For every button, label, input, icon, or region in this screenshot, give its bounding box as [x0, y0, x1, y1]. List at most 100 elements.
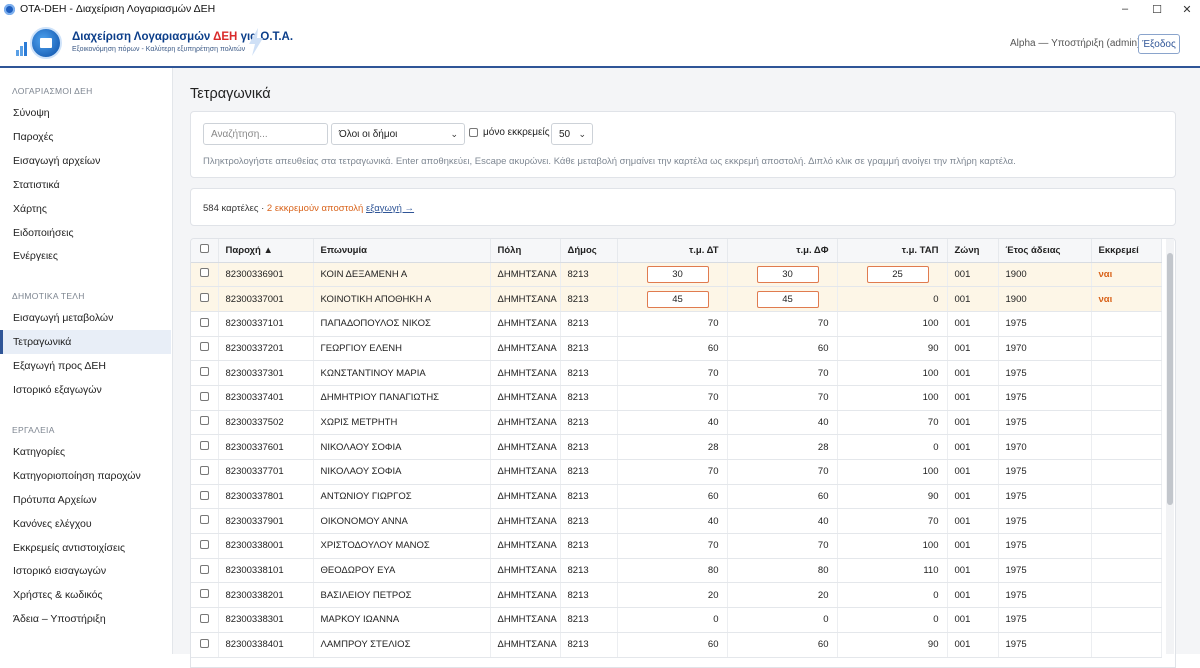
- export-link[interactable]: εξαγωγή →: [366, 203, 414, 214]
- sidebar-item[interactable]: Ιστορικό εξαγωγών: [0, 378, 171, 402]
- cell-sqm-dt[interactable]: 20: [617, 582, 728, 609]
- cell-sqm-dt[interactable]: 60: [617, 336, 728, 362]
- col-header-city[interactable]: Πόλη: [490, 239, 561, 263]
- table-row[interactable]: 82300338101 ΘΕΟΔΩΡΟΥ ΕΥΑ ΔΗΜΗΤΣΑΝΑ 8213 80 80…: [191, 558, 1162, 584]
- sqm-df-input[interactable]: 30: [756, 265, 819, 283]
- row-checkbox[interactable]: [200, 515, 209, 525]
- row-checkbox[interactable]: [200, 391, 209, 401]
- sidebar-item[interactable]: Σύνοψη: [0, 101, 171, 125]
- cell-sqm-df[interactable]: 20: [727, 582, 838, 609]
- cell-sqm-df[interactable]: 0: [727, 607, 838, 633]
- pending-only-filter[interactable]: μόνο εκκρεμείς: [469, 127, 550, 138]
- table-row[interactable]: 82300338001 ΧΡΙΣΤΟΔΟΥΛΟΥ ΜΑΝΟΣ ΔΗΜΗΤΣΑΝΑ 82…: [191, 533, 1162, 559]
- row-checkbox[interactable]: [200, 465, 209, 475]
- col-header-zone[interactable]: Ζώνη: [947, 239, 999, 263]
- cell-sqm-dt[interactable]: 70: [617, 459, 728, 485]
- sidebar-item[interactable]: Άδεια – Υποστήριξη: [0, 607, 171, 631]
- cell-sqm-tap[interactable]: 100: [837, 360, 948, 386]
- cell-sqm-tap[interactable]: 100: [837, 533, 948, 559]
- cell-sqm-dt[interactable]: 70: [617, 533, 728, 559]
- cell-sqm-tap[interactable]: 0: [837, 582, 948, 609]
- sidebar-item[interactable]: Χάρτης: [0, 197, 171, 221]
- cell-sqm-dt[interactable]: 40: [617, 410, 728, 436]
- table-row[interactable]: 82300337001 ΚΟΙΝΟΤΙΚΗ ΑΠΟΘΗΚΗ Α ΔΗΜΗΤΣΑΝΑ 8…: [191, 286, 1162, 312]
- municipality-select[interactable]: Όλοι οι δήμοι ⌄: [331, 123, 465, 145]
- row-checkbox[interactable]: [200, 342, 209, 352]
- scrollbar-thumb[interactable]: [1167, 253, 1173, 505]
- cell-sqm-tap[interactable]: 90: [837, 336, 948, 362]
- row-checkbox[interactable]: [200, 441, 209, 451]
- sidebar-item[interactable]: Εισαγωγή αρχείων: [0, 149, 171, 173]
- pending-only-checkbox[interactable]: [469, 128, 478, 137]
- cell-sqm-df[interactable]: 60: [727, 484, 838, 510]
- col-header-year[interactable]: Έτος άδειας: [998, 239, 1092, 263]
- sidebar-item[interactable]: Στατιστικά: [0, 173, 171, 197]
- cell-sqm-tap[interactable]: 100: [837, 459, 948, 485]
- table-row[interactable]: 82300336901 ΚΟΙΝ ΔΕΞΑΜΕΝΗ Α ΔΗΜΗΤΣΑΝΑ 8213 3…: [191, 262, 1162, 288]
- cell-sqm-tap[interactable]: 0: [837, 286, 948, 312]
- table-row[interactable]: 82300338201 ΒΑΣΙΛΕΙΟΥ ΠΕΤΡΟΣ ΔΗΜΗΤΣΑΝΑ 8213…: [191, 582, 1162, 609]
- cell-sqm-tap[interactable]: 25: [837, 262, 948, 288]
- table-row[interactable]: 82300337401 ΔΗΜΗΤΡΙΟΥ ΠΑΝΑΓΙΩΤΗΣ ΔΗΜΗΤΣΑΝΑ…: [191, 385, 1162, 411]
- sidebar-item[interactable]: Εξαγωγή προς ΔΕΗ: [0, 354, 171, 378]
- sidebar-item[interactable]: Εισαγωγή μεταβολών: [0, 306, 171, 330]
- sidebar-item[interactable]: Ειδοποιήσεις: [0, 221, 171, 245]
- cell-sqm-tap[interactable]: 0: [837, 434, 948, 460]
- table-row[interactable]: 82300337901 ΟΙΚΟΝΟΜΟΥ ΑΝΝΑ ΔΗΜΗΤΣΑΝΑ 8213 40…: [191, 508, 1162, 535]
- cell-sqm-tap[interactable]: 70: [837, 410, 948, 436]
- col-header-sqm-dt[interactable]: τ.μ. ΔΤ: [617, 239, 728, 263]
- cell-sqm-tap[interactable]: 100: [837, 385, 948, 411]
- sidebar-item[interactable]: Κανόνες ελέγχου: [0, 512, 171, 536]
- minimize-button[interactable]: –: [1108, 0, 1142, 18]
- sidebar-item[interactable]: Χρήστες & κωδικός: [0, 583, 171, 607]
- logout-button[interactable]: Έξοδος: [1138, 34, 1180, 54]
- cell-sqm-dt[interactable]: 60: [617, 632, 728, 658]
- col-header-pending[interactable]: Εκκρεμεί: [1091, 239, 1162, 263]
- sqm-dt-input[interactable]: 30: [646, 265, 709, 283]
- cell-sqm-tap[interactable]: 110: [837, 558, 948, 584]
- cell-sqm-df[interactable]: 80: [727, 558, 838, 584]
- sidebar-item[interactable]: Ιστορικό εισαγωγών: [0, 559, 171, 583]
- cell-sqm-df[interactable]: 28: [727, 434, 838, 460]
- cell-sqm-dt[interactable]: 70: [617, 311, 728, 337]
- page-size-select[interactable]: 50 ⌄: [551, 123, 593, 145]
- table-row[interactable]: 82300337101 ΠΑΠΑΔΟΠΟΥΛΟΣ ΝΙΚΟΣ ΔΗΜΗΤΣΑΝΑ 82…: [191, 311, 1162, 337]
- table-row[interactable]: 82300337502 ΧΩΡΙΣ ΜΕΤΡΗΤΗ ΔΗΜΗΤΣΑΝΑ 8213 40 4…: [191, 410, 1162, 436]
- scrollbar[interactable]: [1166, 239, 1174, 654]
- cell-sqm-df[interactable]: 70: [727, 459, 838, 485]
- table-row[interactable]: 82300337701 ΝΙΚΟΛΑΟΥ ΣΟΦΙΑ ΔΗΜΗΤΣΑΝΑ 8213 70…: [191, 459, 1162, 485]
- table-row[interactable]: 82300337601 ΝΙΚΟΛΑΟΥ ΣΟΦΙΑ ΔΗΜΗΤΣΑΝΑ 8213 28…: [191, 434, 1162, 460]
- cell-sqm-df[interactable]: 70: [727, 360, 838, 386]
- sidebar-item[interactable]: Κατηγοριοποίηση παροχών: [0, 464, 171, 488]
- sqm-df-input[interactable]: 45: [756, 290, 819, 308]
- table-row[interactable]: 82300337801 ΑΝΤΩΝΙΟΥ ΓΙΩΡΓΟΣ ΔΗΜΗΤΣΑΝΑ 8213…: [191, 484, 1162, 510]
- cell-sqm-dt[interactable]: 70: [617, 360, 728, 386]
- sqm-tap-input[interactable]: 25: [866, 265, 929, 283]
- cell-sqm-tap[interactable]: 70: [837, 508, 948, 535]
- sidebar-item[interactable]: Ενέργειες: [0, 244, 171, 268]
- table-row[interactable]: 82300338301 ΜΑΡΚΟΥ ΙΩΑΝΝΑ ΔΗΜΗΤΣΑΝΑ 8213 0 0 0…: [191, 607, 1162, 633]
- cell-sqm-dt[interactable]: 80: [617, 558, 728, 584]
- col-header-name[interactable]: Επωνυμία: [313, 239, 491, 263]
- sqm-dt-input[interactable]: 45: [646, 290, 709, 308]
- cell-sqm-df[interactable]: 60: [727, 336, 838, 362]
- select-all-checkbox[interactable]: [200, 244, 209, 254]
- cell-sqm-tap[interactable]: 90: [837, 484, 948, 510]
- row-checkbox[interactable]: [200, 564, 209, 574]
- cell-sqm-df[interactable]: 70: [727, 385, 838, 411]
- cell-sqm-df[interactable]: 45: [727, 286, 838, 312]
- maximize-button[interactable]: ☐: [1140, 0, 1174, 18]
- cell-sqm-dt[interactable]: 45: [617, 286, 728, 312]
- cell-sqm-tap[interactable]: 90: [837, 632, 948, 658]
- cell-sqm-dt[interactable]: 40: [617, 508, 728, 535]
- cell-sqm-dt[interactable]: 70: [617, 385, 728, 411]
- row-checkbox[interactable]: [200, 589, 209, 599]
- row-checkbox[interactable]: [200, 416, 209, 426]
- sidebar-item[interactable]: Παροχές: [0, 125, 171, 149]
- cell-sqm-tap[interactable]: 100: [837, 311, 948, 337]
- sidebar-item[interactable]: Εκκρεμείς αντιστοιχίσεις: [0, 536, 171, 560]
- cell-sqm-df[interactable]: 40: [727, 410, 838, 436]
- cell-sqm-df[interactable]: 60: [727, 632, 838, 658]
- cell-sqm-df[interactable]: 40: [727, 508, 838, 535]
- sidebar-item[interactable]: Πρότυπα Αρχείων: [0, 488, 171, 512]
